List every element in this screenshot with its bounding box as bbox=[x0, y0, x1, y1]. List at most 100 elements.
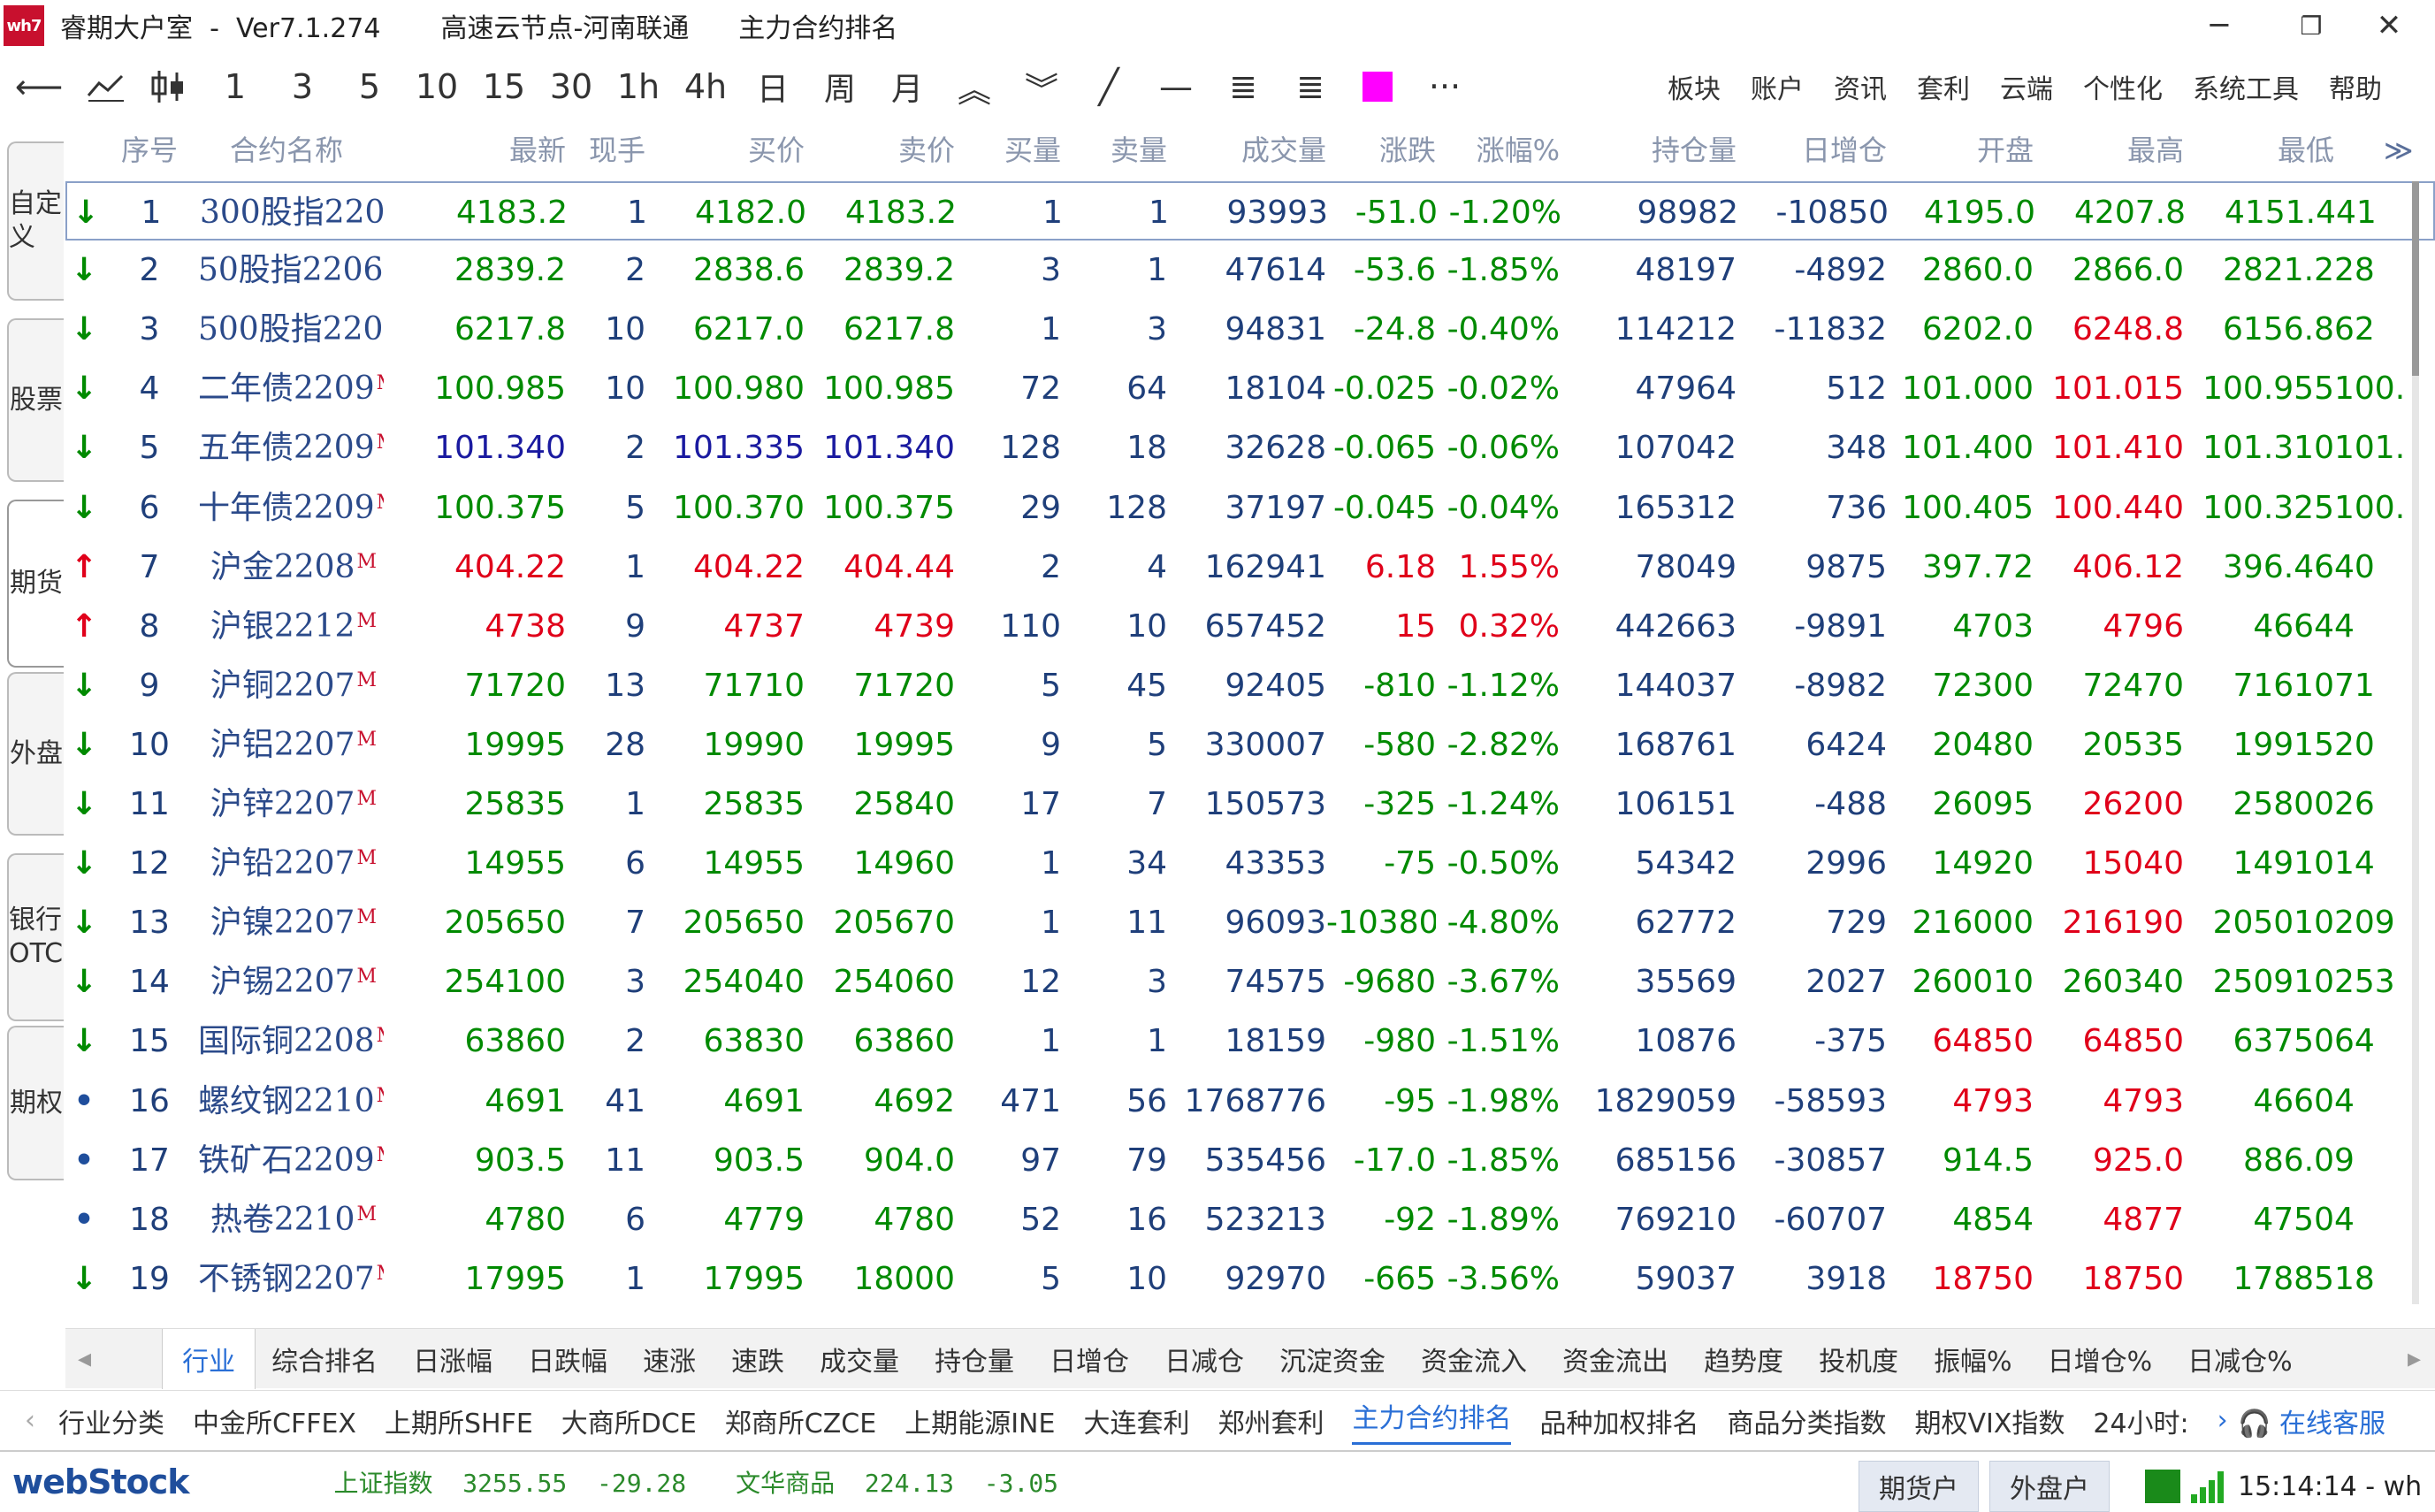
cell-contract-name[interactable]: 沪锌2207M bbox=[198, 775, 384, 834]
category-tab[interactable]: 资金流出 bbox=[1562, 1340, 1668, 1378]
kline-chart-icon[interactable] bbox=[134, 51, 202, 122]
cell-contract-name[interactable]: 沪银2212M bbox=[198, 597, 384, 656]
table-view-icon[interactable]: ≣ bbox=[1277, 51, 1344, 122]
scroll-right-icon[interactable]: › bbox=[2217, 1405, 2228, 1436]
futures-account-button[interactable]: 期货户 bbox=[1859, 1461, 1979, 1512]
exchange-tab[interactable]: 主力合约排名 bbox=[1352, 1396, 1512, 1445]
category-tab[interactable]: 速涨 bbox=[643, 1340, 696, 1378]
col-daily-oi-change[interactable]: 日增仓 bbox=[1737, 122, 1887, 179]
scroll-left-icon[interactable]: ◂ bbox=[78, 1343, 91, 1374]
exchange-tab[interactable]: 上期能源INE bbox=[905, 1401, 1055, 1440]
category-tab[interactable]: 资金流入 bbox=[1421, 1340, 1527, 1378]
exchange-tab[interactable]: 大连套利 bbox=[1083, 1401, 1189, 1440]
cell-contract-name[interactable]: 五年债2209M bbox=[198, 418, 384, 477]
table-row[interactable]: ↓ 6 十年债2209M 100.375 5 100.370 100.375 29 128 371… bbox=[65, 478, 2435, 538]
period-1min[interactable]: 1 bbox=[202, 51, 269, 122]
close-button[interactable]: ✕ bbox=[2343, 0, 2435, 51]
period-month[interactable]: 月 bbox=[874, 51, 941, 122]
col-open-interest[interactable]: 持仓量 bbox=[1560, 122, 1737, 179]
col-last[interactable]: 最新 bbox=[375, 122, 566, 179]
more-columns-icon[interactable]: ≫ bbox=[2384, 122, 2419, 179]
chevron-down-icon[interactable]: ︾ bbox=[1008, 51, 1075, 122]
table-row[interactable]: ↓ 9 沪铜2207M 71720 13 71710 71720 5 45 92405 -810 -1… bbox=[65, 656, 2435, 715]
horizontal-line-icon[interactable]: — bbox=[1142, 51, 1210, 122]
exchange-tab[interactable]: 行业分类 bbox=[58, 1401, 164, 1440]
cell-contract-name[interactable]: 不锈钢2207M bbox=[198, 1249, 384, 1309]
col-change-pct[interactable]: 涨幅% bbox=[1436, 122, 1560, 179]
cell-contract-name[interactable]: 国际铜2208M bbox=[198, 1012, 384, 1071]
sidetab-stocks[interactable]: 股票 bbox=[7, 318, 64, 482]
sidetab-bank-otc[interactable]: 银行OTC bbox=[7, 853, 64, 1021]
table-row[interactable]: ↓ 4 二年债2209M 100.985 10 100.980 100.985 72 64 181… bbox=[65, 359, 2435, 418]
col-bid[interactable]: 买价 bbox=[645, 122, 805, 179]
list-view-icon[interactable]: ≣ bbox=[1210, 51, 1277, 122]
menu-account[interactable]: 账户 bbox=[1751, 67, 1804, 106]
category-tab[interactable]: 投机度 bbox=[1819, 1340, 1898, 1378]
col-change[interactable]: 涨跌 bbox=[1326, 122, 1436, 179]
period-10min[interactable]: 10 bbox=[403, 51, 470, 122]
col-high[interactable]: 最高 bbox=[2034, 122, 2184, 179]
cell-contract-name[interactable]: 沪铜2207M bbox=[198, 656, 384, 715]
period-week[interactable]: 周 bbox=[806, 51, 874, 122]
category-tab[interactable]: 沉淀资金 bbox=[1279, 1340, 1385, 1378]
cell-contract-name[interactable]: 50股指2206M bbox=[198, 241, 384, 300]
category-tab[interactable]: 日减仓% bbox=[2187, 1340, 2293, 1378]
menu-arbitrage[interactable]: 套利 bbox=[1917, 67, 1970, 106]
col-ask[interactable]: 卖价 bbox=[805, 122, 955, 179]
table-row[interactable]: ↓ 12 沪铅2207M 14955 6 14955 14960 1 34 43353 -75 -0.… bbox=[65, 834, 2435, 893]
exchange-tab[interactable]: 中金所CFFEX bbox=[193, 1401, 356, 1440]
category-tab[interactable]: 日减仓 bbox=[1164, 1340, 1244, 1378]
cell-contract-name[interactable]: 螺纹钢2210M bbox=[198, 1072, 384, 1131]
table-row[interactable]: ↓ 14 沪锡2207M 254100 3 254040 254060 12 3 74575 -96… bbox=[65, 952, 2435, 1012]
table-row[interactable]: • 16 螺纹钢2210M 4691 41 4691 4692 471 56 1768776 -95… bbox=[65, 1072, 2435, 1131]
col-bid-qty[interactable]: 买量 bbox=[955, 122, 1061, 179]
online-service-button[interactable]: 🎧 在线客服 bbox=[2238, 1401, 2385, 1440]
color-picker-button[interactable] bbox=[1344, 51, 1411, 122]
cell-contract-name[interactable]: 热卷2210M bbox=[198, 1190, 384, 1249]
exchange-tab[interactable]: 品种加权排名 bbox=[1539, 1401, 1698, 1440]
scroll-left-icon[interactable]: ‹ bbox=[25, 1405, 35, 1436]
table-row[interactable]: ↓ 15 国际铜2208M 63860 2 63830 63860 1 1 18159 -980 -1… bbox=[65, 1012, 2435, 1071]
category-tab[interactable]: 成交量 bbox=[820, 1340, 899, 1378]
table-row[interactable]: ↓ 5 五年债2209M 101.340 2 101.335 101.340 128 18 326… bbox=[65, 418, 2435, 477]
sidetab-futures[interactable]: 期货 bbox=[7, 500, 64, 668]
menu-cloud[interactable]: 云端 bbox=[2000, 67, 2053, 106]
cell-contract-name[interactable]: 十年债2209M bbox=[198, 478, 384, 538]
exchange-tab[interactable]: 上期所SHFE bbox=[385, 1401, 533, 1440]
col-no[interactable]: 序号 bbox=[101, 122, 198, 179]
period-day[interactable]: 日 bbox=[739, 51, 806, 122]
menu-personalize[interactable]: 个性化 bbox=[2083, 67, 2163, 106]
period-3min[interactable]: 3 bbox=[269, 51, 336, 122]
period-5min[interactable]: 5 bbox=[336, 51, 403, 122]
col-volume[interactable]: 现手 bbox=[566, 122, 645, 179]
exchange-tab[interactable]: 商品分类指数 bbox=[1727, 1401, 1886, 1440]
category-tab[interactable]: 持仓量 bbox=[935, 1340, 1014, 1378]
col-turnover[interactable]: 成交量 bbox=[1167, 122, 1326, 179]
category-tab[interactable]: 趋势度 bbox=[1704, 1340, 1783, 1378]
col-open[interactable]: 开盘 bbox=[1887, 122, 2034, 179]
more-icon[interactable]: ··· bbox=[1411, 51, 1478, 122]
category-tab[interactable]: 行业 bbox=[162, 1328, 256, 1389]
period-15min[interactable]: 15 bbox=[470, 51, 538, 122]
back-icon[interactable]: ⟵ bbox=[0, 51, 78, 122]
minimize-button[interactable]: ─ bbox=[2173, 0, 2265, 51]
table-row[interactable]: ↓3500股指2206M6217.8106217.06217.81394831-… bbox=[65, 300, 2435, 359]
table-row[interactable]: ↓ 11 沪锌2207M 25835 1 25835 25840 17 7 150573 -325-… bbox=[65, 775, 2435, 834]
period-4h[interactable]: 4h bbox=[672, 51, 739, 122]
col-name[interactable]: 合约名称 bbox=[198, 122, 375, 179]
cell-contract-name[interactable]: 沪锡2207M bbox=[198, 952, 384, 1012]
sidetab-custom[interactable]: 自定义 bbox=[7, 141, 64, 301]
category-tab[interactable]: 日涨幅 bbox=[413, 1340, 492, 1378]
cell-contract-name[interactable]: 500股指2206M bbox=[198, 300, 384, 359]
period-30min[interactable]: 30 bbox=[538, 51, 605, 122]
sidetab-options[interactable]: 期权 bbox=[7, 1026, 64, 1180]
exchange-tab[interactable]: 郑州套利 bbox=[1218, 1401, 1324, 1440]
menu-news[interactable]: 资讯 bbox=[1834, 67, 1887, 106]
menu-sector[interactable]: 板块 bbox=[1668, 67, 1721, 106]
table-row[interactable]: ↓ 19 不锈钢2207M 17995 1 17995 18000 5 10 92970 -665-… bbox=[65, 1249, 2435, 1309]
cell-contract-name[interactable]: 铁矿石2209M bbox=[198, 1131, 384, 1190]
table-row[interactable]: ↓ 2 50股指2206M 2839.2 2 2838.6 2839.2 3 1 47614 -53… bbox=[65, 241, 2435, 300]
cell-contract-name[interactable]: 二年债2209M bbox=[198, 359, 384, 418]
sidetab-foreign[interactable]: 外盘 bbox=[7, 672, 64, 836]
menu-system-tools[interactable]: 系统工具 bbox=[2193, 67, 2299, 106]
